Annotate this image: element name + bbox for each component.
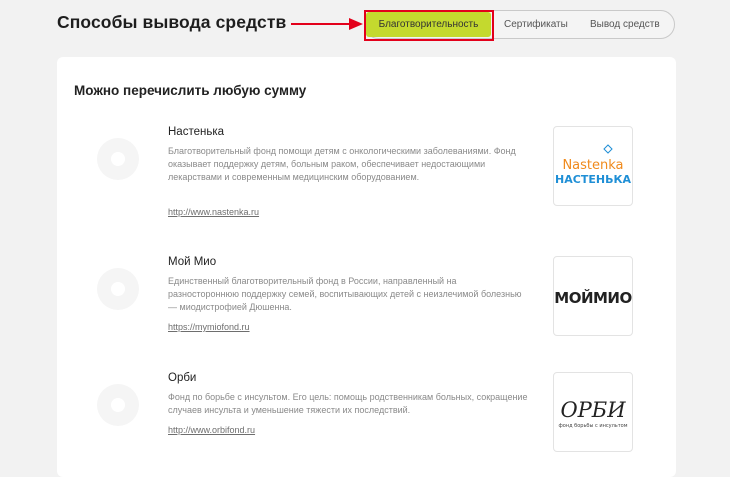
fund-logo-orbi: ОРБИ фонд борьбы с инсультом <box>553 372 633 452</box>
butterfly-icon <box>603 144 613 154</box>
fund-link[interactable]: http://www.nastenka.ru <box>168 207 259 217</box>
moimio-logo-text: МОЙМИО <box>554 288 631 307</box>
fund-description: Фонд по борьбе с инсультом. Его цель: по… <box>168 392 528 415</box>
fund-logo-nastenka: Nastenka НАСТЕНЬКА <box>553 126 633 206</box>
nastenka-logo-cyrillic: НАСТЕНЬКА <box>555 173 631 186</box>
orbi-logo-subtitle: фонд борьбы с инсультом <box>559 423 628 429</box>
tab-withdraw-funds[interactable]: Вывод средств <box>590 11 660 38</box>
fund-name: Настенька <box>168 126 225 138</box>
withdraw-methods-tabs: Благотворительность Сертификаты Вывод ср… <box>364 10 675 39</box>
fund-link[interactable]: http://www.orbifond.ru <box>168 425 255 435</box>
page-title: Способы вывода средств <box>57 12 287 32</box>
fund-radio-nastenka[interactable] <box>97 138 139 180</box>
fund-link[interactable]: https://mymiofond.ru <box>168 322 250 332</box>
fund-radio-orbi[interactable] <box>97 384 139 426</box>
fund-logo-moimio: МОЙМИО <box>553 256 633 336</box>
fund-name: Мой Мио <box>168 256 217 268</box>
nastenka-logo-latin: Nastenka <box>562 158 623 173</box>
fund-name: Орби <box>168 372 197 384</box>
fund-description: Единственный благотворительный фонд в Ро… <box>168 276 522 312</box>
fund-radio-moimio[interactable] <box>97 268 139 310</box>
charity-card: Можно перечислить любую сумму Настенька … <box>57 57 676 477</box>
orbi-logo-text: ОРБИ <box>560 398 626 422</box>
tab-certificates[interactable]: Сертификаты <box>504 11 568 38</box>
card-title: Можно перечислить любую сумму <box>74 83 307 98</box>
fund-description: Благотворительный фонд помощи детям с он… <box>168 146 516 182</box>
red-arrow-annotation <box>291 18 363 30</box>
tab-charity[interactable]: Благотворительность <box>366 12 491 37</box>
